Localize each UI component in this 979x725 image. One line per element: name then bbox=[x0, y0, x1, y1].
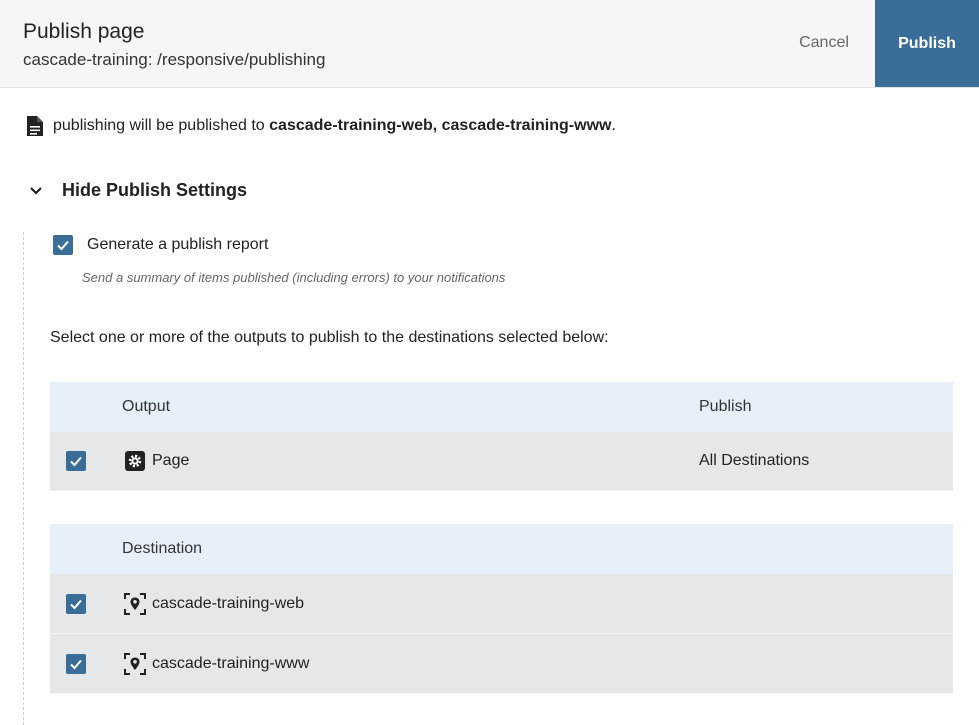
table-row: Page All Destinations bbox=[50, 432, 953, 491]
destination-www-checkbox[interactable] bbox=[66, 653, 86, 674]
destination-name: cascade-training-www bbox=[152, 654, 310, 672]
publish-report-label: Generate a publish report bbox=[87, 236, 269, 253]
summary-destinations: cascade-training-web, cascade-training-w… bbox=[269, 117, 612, 134]
destination-column-header: Destination bbox=[122, 540, 203, 557]
output-column-header: Output bbox=[122, 398, 171, 415]
location-target-icon bbox=[124, 652, 146, 675]
outputs-instructions: Select one or more of the outputs to pub… bbox=[50, 329, 609, 346]
cancel-button[interactable]: Cancel bbox=[788, 28, 860, 58]
document-icon bbox=[27, 116, 43, 136]
checkmark-icon bbox=[70, 659, 82, 669]
page-title: Publish page bbox=[23, 20, 145, 43]
publish-column-header: Publish bbox=[699, 398, 752, 415]
checkmark-icon bbox=[57, 240, 69, 251]
table-row: cascade-training-www bbox=[50, 634, 953, 694]
publish-report-checkbox[interactable] bbox=[53, 235, 73, 255]
summary-prefix: publishing will be published to bbox=[53, 117, 270, 134]
destinations-table: Destination cascade-training-web cascade… bbox=[50, 524, 953, 694]
destinations-table-header: Destination bbox=[50, 524, 953, 574]
publish-report-help: Send a summary of items published (inclu… bbox=[82, 270, 506, 285]
output-page-checkbox[interactable] bbox=[66, 451, 86, 471]
output-name: Page bbox=[152, 452, 190, 469]
publish-settings-toggle[interactable]: Hide Publish Settings bbox=[26, 180, 247, 201]
chevron-down-icon bbox=[30, 186, 42, 195]
publish-report-option: Generate a publish report bbox=[53, 235, 268, 255]
publish-settings-label: Hide Publish Settings bbox=[62, 180, 248, 200]
asset-path: cascade-training: /responsive/publishing bbox=[23, 50, 326, 69]
publish-summary: publishing will be published to cascade-… bbox=[26, 115, 616, 137]
checkmark-icon bbox=[70, 456, 82, 467]
gear-icon bbox=[125, 451, 145, 471]
outputs-table: Output Publish Page All Destinations bbox=[50, 382, 953, 491]
checkmark-icon bbox=[70, 599, 82, 609]
summary-suffix: . bbox=[611, 117, 616, 134]
publish-button[interactable]: Publish bbox=[875, 0, 979, 87]
output-publish-target: All Destinations bbox=[699, 452, 810, 469]
dialog-header: Publish page cascade-training: /responsi… bbox=[0, 0, 979, 88]
location-target-icon bbox=[124, 592, 146, 615]
table-row: cascade-training-web bbox=[50, 574, 953, 634]
outputs-table-header: Output Publish bbox=[50, 382, 953, 432]
destination-web-checkbox[interactable] bbox=[66, 593, 86, 614]
destination-name: cascade-training-web bbox=[152, 594, 305, 612]
